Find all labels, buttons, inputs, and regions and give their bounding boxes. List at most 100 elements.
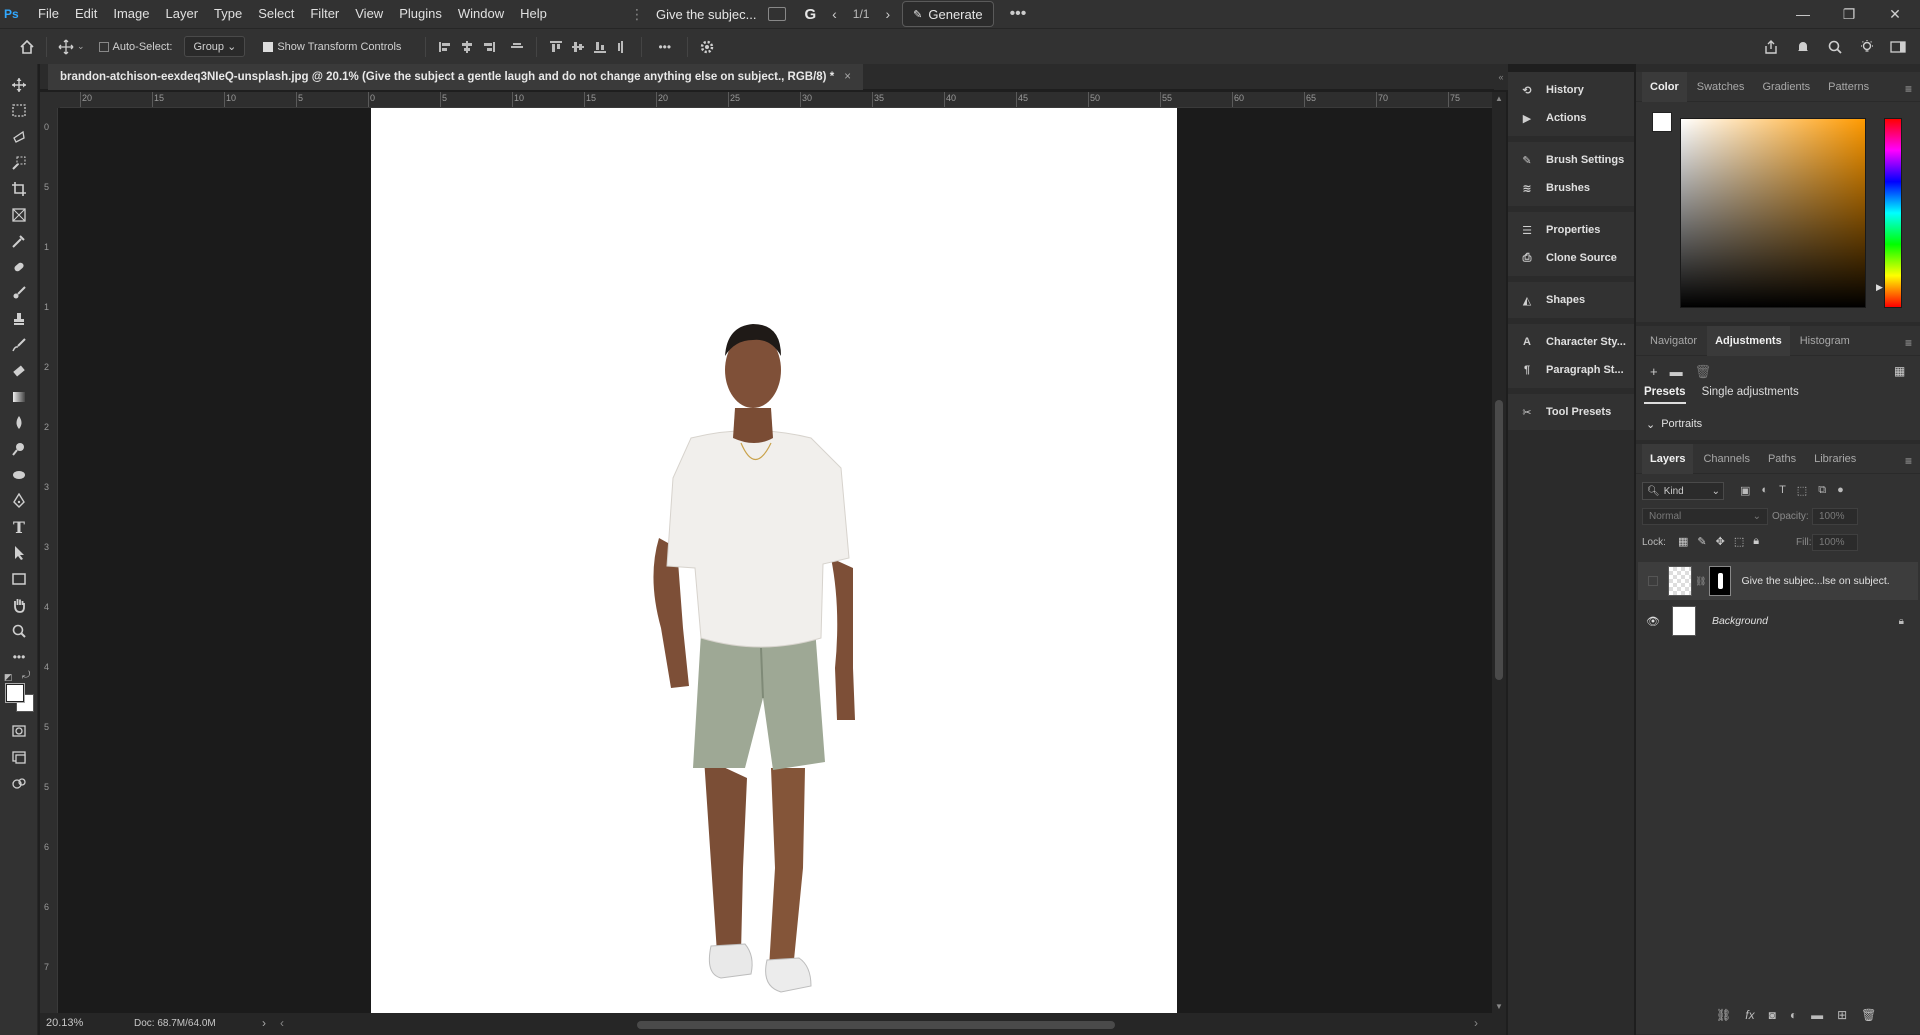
scroll-down-icon[interactable]: ▼ (1492, 1002, 1506, 1011)
distribute-vertical-icon[interactable] (611, 36, 633, 58)
brush-tool-icon[interactable] (0, 280, 38, 306)
lock-transparent-icon[interactable]: ▦ (1678, 535, 1688, 548)
fill-input[interactable]: 100% (1812, 534, 1858, 551)
align-top-icon[interactable] (545, 36, 567, 58)
align-left-icon[interactable] (434, 36, 456, 58)
path-selection-tool-icon[interactable] (0, 540, 38, 566)
tab-swatches[interactable]: Swatches (1689, 72, 1753, 102)
align-middle-icon[interactable] (567, 36, 589, 58)
workspace-icon[interactable] (1888, 36, 1910, 58)
home-icon[interactable] (16, 36, 38, 58)
layers-panel-menu-icon[interactable]: ≡ (1905, 454, 1912, 468)
layer-row-generative[interactable]: ⛓ Give the subjec...lse on subject. (1638, 562, 1918, 600)
dock-paragraph-styles[interactable]: ¶ Paragraph St... (1508, 356, 1634, 384)
hue-slider[interactable] (1884, 118, 1902, 308)
lock-artboard-icon[interactable]: ⬚ (1734, 535, 1744, 548)
color-spectrum-field[interactable] (1680, 118, 1866, 308)
generative-fill-icon[interactable] (0, 770, 38, 796)
dock-properties[interactable]: ☰ Properties (1508, 216, 1634, 244)
delete-layer-icon[interactable]: 🗑 (1861, 1008, 1876, 1022)
eye-icon[interactable]: 👁︎ (1646, 615, 1660, 628)
image-options-icon[interactable] (768, 7, 787, 21)
swap-colors-icon[interactable]: ⤾ (22, 670, 30, 681)
visibility-toggle-off[interactable] (1648, 576, 1658, 586)
blend-mode-dropdown[interactable]: Normal ⌄ (1642, 508, 1768, 525)
dock-tool-presets[interactable]: ✂ Tool Presets (1508, 398, 1634, 426)
more-align-options-icon[interactable]: ••• (658, 40, 671, 54)
vertical-scrollbar[interactable]: ▲ ▼ (1492, 92, 1506, 1013)
tool-preset-chevron-icon[interactable]: ⌄ (77, 41, 85, 52)
filter-shape-icon[interactable]: ⬚ (1797, 484, 1807, 497)
grid-view-icon[interactable]: ▦ (1894, 364, 1905, 378)
menu-edit[interactable]: Edit (67, 0, 105, 28)
eyedropper-tool-icon[interactable] (0, 228, 38, 254)
move-tool-icon[interactable] (55, 36, 77, 58)
sponge-tool-icon[interactable] (0, 462, 38, 488)
type-tool-icon[interactable]: T (0, 514, 38, 540)
delete-icon[interactable]: 🗑 (1695, 364, 1712, 380)
menu-file[interactable]: File (30, 0, 67, 28)
menu-image[interactable]: Image (105, 0, 157, 28)
dock-actions[interactable]: ▶ Actions (1508, 104, 1634, 132)
ruler-origin[interactable] (40, 92, 60, 108)
object-selection-tool-icon[interactable] (0, 150, 38, 176)
layer-style-fx-icon[interactable]: fx (1745, 1008, 1754, 1022)
zoom-tool-icon[interactable] (0, 618, 38, 644)
prompt-field[interactable]: Give the subjec... (650, 7, 762, 22)
dock-brushes[interactable]: ≋ Brushes (1508, 174, 1634, 202)
link-icon[interactable]: ⛓ (1695, 576, 1706, 587)
layer-mask-thumbnail[interactable] (1709, 566, 1732, 596)
color-foreground-swatch[interactable] (1652, 112, 1672, 132)
close-window-icon[interactable]: ✕ (1872, 0, 1918, 28)
auto-select-target-dropdown[interactable]: Group ⌄ (184, 36, 246, 57)
show-transform-checkbox[interactable] (263, 41, 274, 52)
settings-gear-icon[interactable] (696, 36, 718, 58)
tab-libraries[interactable]: Libraries (1806, 444, 1864, 474)
add-adjustment-icon[interactable]: + (1650, 364, 1658, 380)
hue-pointer-icon[interactable]: ▶ (1876, 282, 1883, 293)
share-icon[interactable] (1760, 36, 1782, 58)
scroll-up-icon[interactable]: ▲ (1492, 94, 1506, 103)
align-right-icon[interactable] (478, 36, 500, 58)
distribute-icon[interactable] (506, 36, 528, 58)
dodge-tool-icon[interactable] (0, 436, 38, 462)
search-icon[interactable] (1824, 36, 1846, 58)
tab-gradients[interactable]: Gradients (1754, 72, 1818, 102)
filter-toggle-icon[interactable]: ● (1837, 484, 1844, 497)
foreground-color-swatch[interactable] (5, 683, 25, 703)
menu-plugins[interactable]: Plugins (391, 0, 450, 28)
history-brush-tool-icon[interactable] (0, 332, 38, 358)
dock-character-styles[interactable]: A Character Sty... (1508, 328, 1634, 356)
lasso-tool-icon[interactable] (0, 124, 38, 150)
drag-handle-icon[interactable]: ⋮ (630, 6, 644, 23)
marquee-tool-icon[interactable] (0, 98, 38, 124)
layer-name[interactable]: Give the subjec...lse on subject. (1741, 575, 1889, 587)
align-center-icon[interactable] (456, 36, 478, 58)
add-mask-icon[interactable]: ◙ (1769, 1008, 1776, 1022)
menu-layer[interactable]: Layer (158, 0, 207, 28)
document-tab[interactable]: brandon-atchison-eexdeq3NIeQ-unsplash.jp… (48, 64, 863, 90)
tab-single-adjustments[interactable]: Single adjustments (1702, 386, 1799, 404)
menu-window[interactable]: Window (450, 0, 512, 28)
link-layers-icon[interactable]: ⛓ (1716, 1008, 1731, 1022)
gradient-tool-icon[interactable] (0, 384, 38, 410)
dock-history[interactable]: ⟲ History (1508, 76, 1634, 104)
tab-histogram[interactable]: Histogram (1792, 326, 1858, 356)
google-gemini-icon[interactable]: G (804, 6, 816, 23)
canvas-area[interactable] (58, 108, 1492, 1013)
menu-help[interactable]: Help (512, 0, 555, 28)
generate-button[interactable]: ✎ Generate (902, 1, 994, 27)
filter-smart-object-icon[interactable]: ⧉ (1818, 484, 1826, 497)
layer-name[interactable]: Background (1712, 615, 1768, 627)
close-tab-icon[interactable]: × (844, 71, 851, 83)
photoshop-logo[interactable]: Ps (4, 4, 30, 24)
layer-lock-icon[interactable]: 🔒︎ (1899, 616, 1904, 627)
tab-presets[interactable]: Presets (1644, 386, 1686, 404)
pen-tool-icon[interactable] (0, 488, 38, 514)
tab-layers[interactable]: Layers (1642, 443, 1694, 474)
collapse-panels-icon[interactable]: « (1494, 64, 1508, 90)
dock-clone-source[interactable]: ⎙ Clone Source (1508, 244, 1634, 272)
new-layer-icon[interactable]: ⊞ (1837, 1008, 1847, 1022)
tab-patterns[interactable]: Patterns (1820, 72, 1877, 102)
restore-icon[interactable]: ❐ (1826, 0, 1872, 28)
